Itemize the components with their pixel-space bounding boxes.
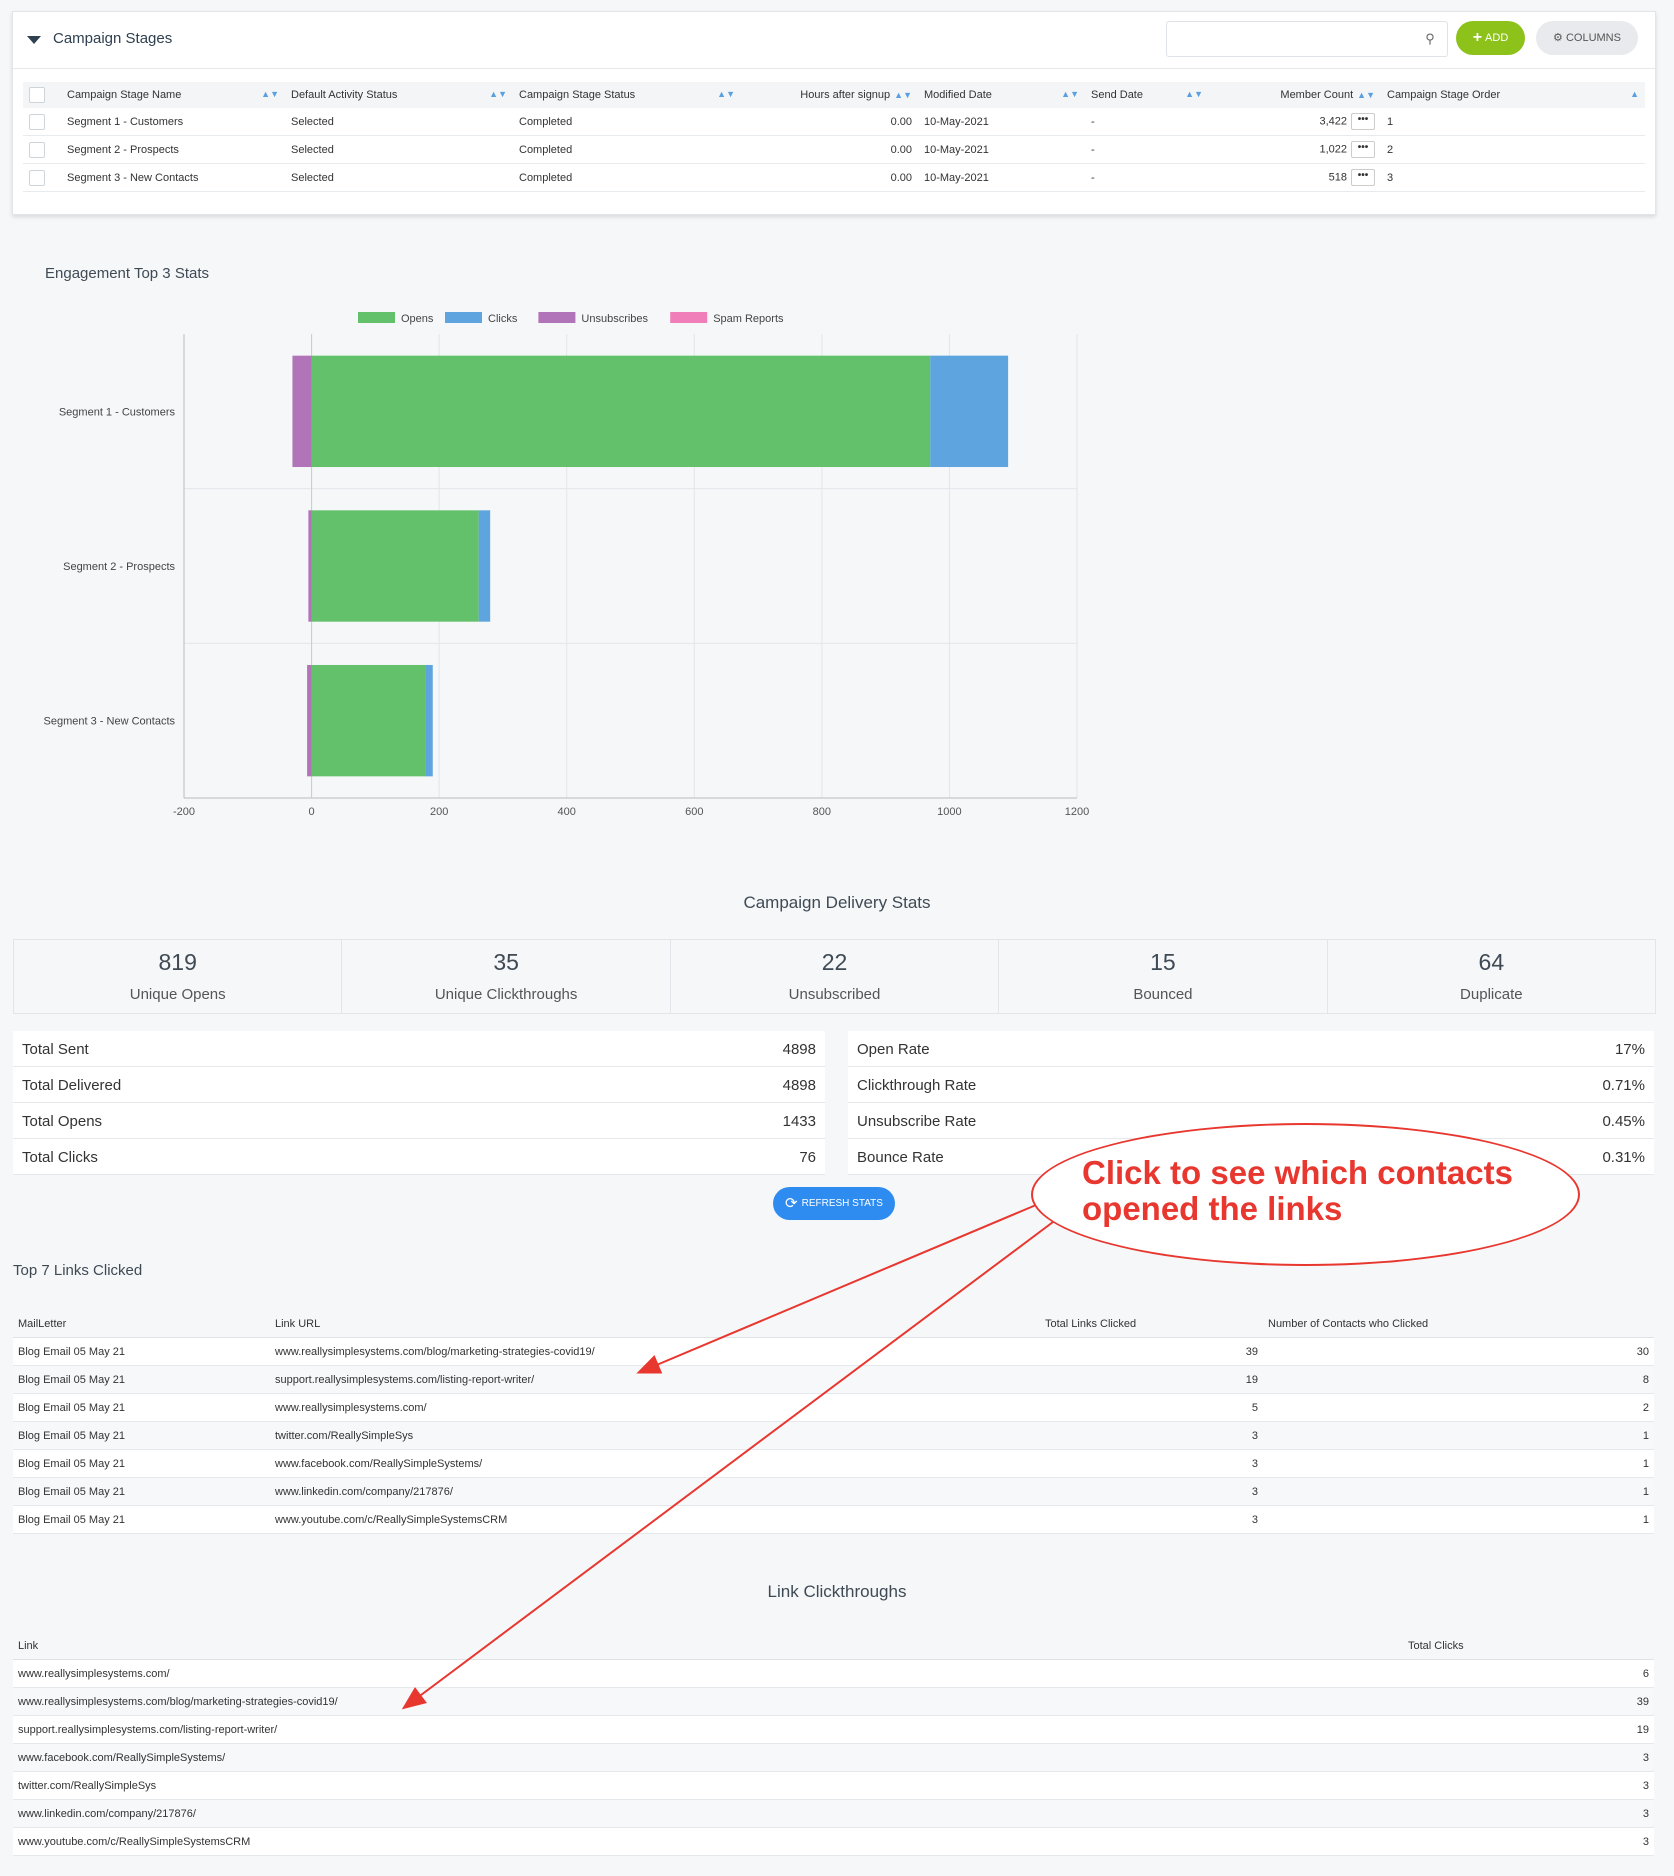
callout-line-2: opened the links	[1082, 1190, 1343, 1227]
callout-text: Click to see which contacts opened the l…	[1082, 1155, 1562, 1227]
callout-line-1: Click to see which contacts	[1082, 1154, 1513, 1191]
callout-arrows	[401, 1204, 1054, 1710]
arrow-to-clickthroughs	[401, 1221, 1054, 1710]
arrow-to-top-links	[636, 1204, 1037, 1374]
